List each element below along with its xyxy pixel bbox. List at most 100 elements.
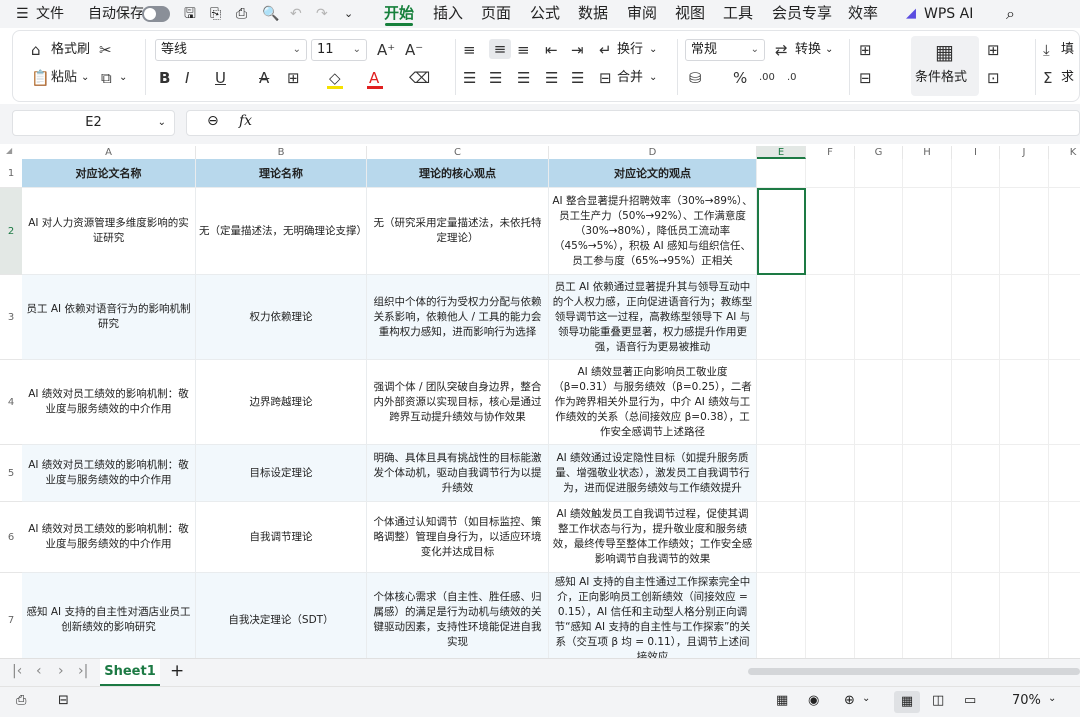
- underline-icon[interactable]: U: [215, 68, 226, 88]
- increase-font-icon[interactable]: A⁺: [377, 40, 395, 60]
- table-cell[interactable]: 明确、具体且具有挑战性的目标能激发个体动机，驱动自我调节行为以提升绩效: [367, 445, 549, 502]
- align-right-icon[interactable]: ☰: [517, 68, 530, 88]
- sum-button[interactable]: 求: [1061, 68, 1074, 88]
- print-preview-icon[interactable]: 🔍: [262, 0, 279, 28]
- table-cell[interactable]: 员工 AI 依赖对语音行为的影响机制研究: [22, 275, 196, 360]
- table-cell[interactable]: 员工 AI 依赖通过显著提升其与领导互动中的个人权力感，正向促进语音行为；教练型…: [549, 275, 757, 360]
- cell-style-icon[interactable]: ⊟: [859, 68, 872, 88]
- select-all-corner[interactable]: ◢: [0, 146, 22, 159]
- table-cell[interactable]: 无（研究采用定量描述法，未依托特定理论）: [367, 188, 549, 275]
- tab-formula[interactable]: 公式: [530, 0, 560, 28]
- last-sheet-icon[interactable]: ›|: [78, 663, 88, 679]
- align-middle-icon[interactable]: ≡: [489, 39, 511, 59]
- formula-input[interactable]: ⊖ fx: [186, 110, 1080, 136]
- print-icon[interactable]: ⎙: [236, 0, 247, 28]
- page-break-icon[interactable]: ▭: [964, 693, 976, 708]
- chevron-down-icon[interactable]: ⌄: [81, 68, 89, 88]
- distribute-icon[interactable]: ☰: [571, 68, 584, 88]
- column-header-d[interactable]: D: [549, 146, 757, 159]
- wps-ai-button[interactable]: WPS AI: [924, 0, 973, 28]
- next-sheet-icon[interactable]: ›: [58, 663, 64, 679]
- first-sheet-icon[interactable]: |‹: [12, 663, 22, 679]
- align-bottom-icon[interactable]: ≡: [517, 40, 530, 60]
- font-size-select[interactable]: 11 ⌄: [311, 39, 367, 61]
- tab-page[interactable]: 页面: [481, 0, 511, 28]
- decrease-font-icon[interactable]: A⁻: [405, 40, 423, 60]
- fill-color-icon[interactable]: ◇: [329, 68, 341, 88]
- table-cell[interactable]: 个体核心需求（自主性、胜任感、归属感）的满足是行为动机与绩效的关键驱动因素，支持…: [367, 573, 549, 658]
- align-top-icon[interactable]: ≡: [463, 40, 476, 60]
- fx-icon[interactable]: fx: [239, 113, 252, 129]
- table-cell[interactable]: 自我调节理论: [196, 502, 367, 573]
- name-box[interactable]: E2 ⌄: [12, 110, 175, 136]
- tab-insert[interactable]: 插入: [433, 0, 463, 28]
- table-cell[interactable]: AI 绩效通过设定隐性目标（如提升服务质量、增强敬业状态），激发员工自我调节行为…: [549, 445, 757, 502]
- wrap-text-button[interactable]: 换行: [617, 40, 643, 60]
- chevron-down-icon[interactable]: ⌄: [649, 40, 657, 60]
- table-cell[interactable]: AI 对人力资源管理多维度影响的实证研究: [22, 188, 196, 275]
- clear-format-icon[interactable]: ⌫: [409, 68, 430, 88]
- table-cell[interactable]: 目标设定理论: [196, 445, 367, 502]
- decimal-decrease-icon[interactable]: .0: [787, 68, 797, 88]
- table-header-cell[interactable]: 对应论文名称: [22, 159, 196, 188]
- italic-icon[interactable]: I: [185, 68, 189, 88]
- row-header[interactable]: 6: [0, 502, 22, 573]
- tab-home[interactable]: 开始: [381, 0, 417, 28]
- table-cell[interactable]: 个体通过认知调节（如目标监控、策略调整）管理自身行为，以适应环境变化并达成目标: [367, 502, 549, 573]
- search-icon[interactable]: ⌕: [1006, 0, 1015, 28]
- tab-efficiency[interactable]: 效率: [848, 0, 878, 28]
- autosave-toggle[interactable]: [142, 6, 170, 22]
- redo-icon[interactable]: ↷: [316, 0, 328, 28]
- indent-decrease-icon[interactable]: ⇤: [545, 40, 558, 60]
- chevron-down-icon[interactable]: ⌄: [344, 0, 353, 28]
- table-style-icon[interactable]: ⊞: [859, 40, 872, 60]
- border-icon[interactable]: ⊞: [287, 68, 300, 88]
- table-cell[interactable]: AI 绩效对员工绩效的影响机制：敬业度与服务绩效的中介作用: [22, 445, 196, 502]
- row-header[interactable]: 2: [0, 188, 22, 275]
- table-cell[interactable]: AI 整合显著提升招聘效率（30%→89%）、员工生产力（50%→92%）、工作…: [549, 188, 757, 275]
- column-header-e[interactable]: E: [757, 146, 806, 159]
- strikethrough-icon[interactable]: A: [259, 68, 269, 88]
- number-format-select[interactable]: 常规 ⌄: [685, 39, 765, 61]
- table-header-cell[interactable]: 对应论文的观点: [549, 159, 757, 188]
- column-header-k[interactable]: K: [1049, 146, 1080, 159]
- table-cell[interactable]: 无（定量描述法，无明确理论支撑）: [196, 188, 367, 275]
- chevron-down-icon[interactable]: ⌄: [119, 68, 127, 88]
- column-header-j[interactable]: J: [1000, 146, 1049, 159]
- column-header-i[interactable]: I: [952, 146, 1000, 159]
- tab-member[interactable]: 会员专享: [772, 0, 832, 28]
- table-header-cell[interactable]: 理论的核心观点: [367, 159, 549, 188]
- table-header-cell[interactable]: 理论名称: [196, 159, 367, 188]
- page-layout-icon[interactable]: ◫: [932, 693, 944, 708]
- conditional-format-button[interactable]: ▦ 条件格式: [911, 36, 979, 96]
- freeze-icon[interactable]: ⊡: [987, 68, 1000, 88]
- row-header[interactable]: 4: [0, 360, 22, 445]
- merge-button[interactable]: 合并: [617, 68, 643, 88]
- undo-icon[interactable]: ↶: [290, 0, 302, 28]
- percent-icon[interactable]: %: [733, 68, 747, 88]
- eye-icon[interactable]: ◉: [808, 693, 819, 708]
- justify-icon[interactable]: ☰: [545, 68, 558, 88]
- tab-view[interactable]: 视图: [675, 0, 705, 28]
- paste-button[interactable]: 粘贴: [51, 68, 77, 88]
- copy-icon[interactable]: ⧉: [101, 68, 112, 88]
- column-header-a[interactable]: A: [22, 146, 196, 159]
- table-cell[interactable]: AI 绩效触发员工自我调节过程，促使其调整工作状态与行为，提升敬业度和服务绩效，…: [549, 502, 757, 573]
- column-header-b[interactable]: B: [196, 146, 367, 159]
- column-header-h[interactable]: H: [903, 146, 952, 159]
- zoom-level[interactable]: 70%: [1012, 693, 1041, 708]
- horizontal-scrollbar[interactable]: [748, 668, 1080, 675]
- table-view-icon[interactable]: ▦: [776, 693, 788, 708]
- font-name-select[interactable]: 等线 ⌄: [155, 39, 307, 61]
- decimal-increase-icon[interactable]: .00: [759, 68, 775, 88]
- convert-button[interactable]: 转换: [795, 40, 821, 60]
- scissors-icon[interactable]: ✂: [99, 40, 112, 60]
- fill-format-icon[interactable]: ⊞: [987, 40, 1000, 60]
- normal-view-icon[interactable]: ▦: [894, 691, 920, 713]
- crosshair-icon[interactable]: ⊕: [844, 693, 855, 708]
- row-header[interactable]: 5: [0, 445, 22, 502]
- table-cell[interactable]: AI 绩效对员工绩效的影响机制：敬业度与服务绩效的中介作用: [22, 360, 196, 445]
- row-header[interactable]: 7: [0, 573, 22, 658]
- chevron-down-icon[interactable]: ⌄: [862, 693, 870, 704]
- tab-data[interactable]: 数据: [578, 0, 608, 28]
